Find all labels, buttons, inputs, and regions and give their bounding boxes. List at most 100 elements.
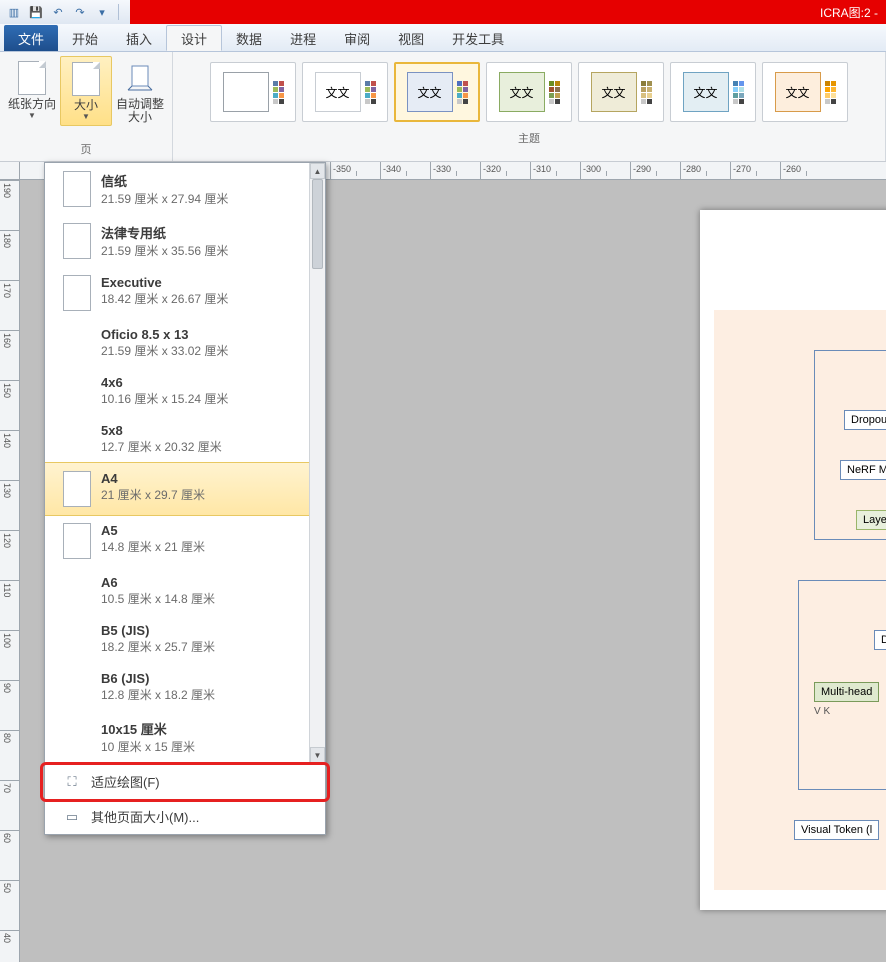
tab-开发工具[interactable]: 开发工具 bbox=[438, 25, 518, 51]
size-dimensions: 12.7 厘米 x 20.32 厘米 bbox=[101, 438, 222, 455]
page-icon bbox=[63, 523, 91, 559]
size-item-A5[interactable]: A514.8 厘米 x 21 厘米 bbox=[45, 515, 309, 567]
tab-设计[interactable]: 设计 bbox=[166, 25, 222, 51]
theme-gallery[interactable]: 文文文文文文文文文文文文 bbox=[204, 56, 854, 128]
autofit-button[interactable]: 自动调整大小 bbox=[114, 56, 166, 128]
tab-进程[interactable]: 进程 bbox=[276, 25, 330, 51]
orientation-button[interactable]: 纸张方向 ▼ bbox=[6, 56, 58, 124]
ribbon-tab-strip: 文件 开始插入设计数据进程审阅视图开发工具 bbox=[0, 24, 886, 52]
size-item-Executive[interactable]: Executive18.42 厘米 x 26.67 厘米 bbox=[45, 267, 309, 319]
size-item-10x15 厘米[interactable]: 10x15 厘米10 厘米 x 15 厘米 bbox=[45, 711, 309, 763]
fit-drawing-command[interactable]: ⛶ 适应绘图(F) bbox=[45, 764, 325, 799]
size-item-Oficio 8.5 x 13[interactable]: Oficio 8.5 x 1321.59 厘米 x 33.02 厘米 bbox=[45, 319, 309, 367]
themes-group-label: 主题 bbox=[179, 128, 879, 150]
size-item-信纸[interactable]: 信纸21.59 厘米 x 27.94 厘米 bbox=[45, 163, 309, 215]
diagram-box-multihead[interactable]: Multi-head bbox=[814, 682, 879, 702]
pagesetup-group-label: 页 bbox=[81, 139, 92, 161]
redo-icon[interactable]: ↷ bbox=[72, 4, 88, 20]
vertical-ruler: 1901801701601501401301201101009080706050… bbox=[0, 180, 20, 962]
size-item-B5 (JIS)[interactable]: B5 (JIS)18.2 厘米 x 25.7 厘米 bbox=[45, 615, 309, 663]
size-dimensions: 21.59 厘米 x 35.56 厘米 bbox=[101, 242, 228, 259]
theme-item-2[interactable]: 文文 bbox=[394, 62, 480, 122]
qat-dropdown-icon[interactable]: ▾ bbox=[94, 4, 110, 20]
diagram-box-layer[interactable]: Layer bbox=[856, 510, 886, 530]
ribbon: 纸张方向 ▼ 大小 ▼ 自动调整大小 页 文文文文文文文文文文文文 主题 bbox=[0, 52, 886, 162]
dropdown-scrollbar[interactable]: ▲ ▼ bbox=[309, 163, 325, 763]
size-item-B6 (JIS)[interactable]: B6 (JIS)12.8 厘米 x 18.2 厘米 bbox=[45, 663, 309, 711]
size-dropdown: 信纸21.59 厘米 x 27.94 厘米法律专用纸21.59 厘米 x 35.… bbox=[44, 162, 326, 835]
page-icon: ▭ bbox=[63, 808, 81, 826]
size-name: A4 bbox=[101, 471, 205, 486]
diagram-box-dro[interactable]: Dro bbox=[874, 630, 886, 650]
diagram-box-dropout[interactable]: Dropout, bbox=[844, 410, 886, 430]
quick-access-toolbar: ▥ 💾 ↶ ↷ ▾ bbox=[0, 4, 127, 20]
size-name: B6 (JIS) bbox=[101, 671, 215, 686]
scroll-down-icon[interactable]: ▼ bbox=[310, 747, 325, 763]
page-icon bbox=[63, 223, 91, 259]
tab-视图[interactable]: 视图 bbox=[384, 25, 438, 51]
title-bar: ▥ 💾 ↶ ↷ ▾ ICRA图:2 - bbox=[0, 0, 886, 24]
ruler-corner bbox=[0, 162, 20, 180]
size-dimensions: 18.42 厘米 x 26.67 厘米 bbox=[101, 290, 228, 307]
size-name: 4x6 bbox=[101, 375, 228, 390]
size-name: 法律专用纸 bbox=[101, 223, 228, 242]
theme-item-6[interactable]: 文文 bbox=[762, 62, 848, 122]
size-dimensions: 21.59 厘米 x 33.02 厘米 bbox=[101, 342, 228, 359]
size-name: Oficio 8.5 x 13 bbox=[101, 327, 228, 342]
tab-审阅[interactable]: 审阅 bbox=[330, 25, 384, 51]
theme-item-1[interactable]: 文文 bbox=[302, 62, 388, 122]
fit-icon: ⛶ bbox=[63, 773, 81, 791]
diagram-box-nerf[interactable]: NeRF M bbox=[840, 460, 886, 480]
themes-group: 文文文文文文文文文文文文 主题 bbox=[173, 52, 886, 161]
page-setup-group: 纸张方向 ▼ 大小 ▼ 自动调整大小 页 bbox=[0, 52, 173, 161]
size-item-5x8[interactable]: 5x812.7 厘米 x 20.32 厘米 bbox=[45, 415, 309, 463]
scroll-up-icon[interactable]: ▲ bbox=[310, 163, 325, 179]
size-name: 信纸 bbox=[101, 171, 228, 190]
size-name: B5 (JIS) bbox=[101, 623, 215, 638]
size-name: 10x15 厘米 bbox=[101, 719, 195, 738]
size-dimensions: 12.8 厘米 x 18.2 厘米 bbox=[101, 686, 215, 703]
theme-item-4[interactable]: 文文 bbox=[578, 62, 664, 122]
size-dimensions: 18.2 厘米 x 25.7 厘米 bbox=[101, 638, 215, 655]
diagram-box-visual-token[interactable]: Visual Token (l bbox=[794, 820, 879, 840]
page-icon bbox=[63, 275, 91, 311]
size-dimensions: 14.8 厘米 x 21 厘米 bbox=[101, 538, 205, 555]
theme-item-3[interactable]: 文文 bbox=[486, 62, 572, 122]
size-item-4x6[interactable]: 4x610.16 厘米 x 15.24 厘米 bbox=[45, 367, 309, 415]
size-item-法律专用纸[interactable]: 法律专用纸21.59 厘米 x 35.56 厘米 bbox=[45, 215, 309, 267]
tab-插入[interactable]: 插入 bbox=[112, 25, 166, 51]
size-name: A5 bbox=[101, 523, 205, 538]
tab-数据[interactable]: 数据 bbox=[222, 25, 276, 51]
undo-icon[interactable]: ↶ bbox=[50, 4, 66, 20]
size-item-A6[interactable]: A610.5 厘米 x 14.8 厘米 bbox=[45, 567, 309, 615]
size-dimensions: 10 厘米 x 15 厘米 bbox=[101, 738, 195, 755]
autofit-icon bbox=[124, 60, 156, 96]
size-dimensions: 21.59 厘米 x 27.94 厘米 bbox=[101, 190, 228, 207]
diagram-vk-label: V K bbox=[814, 706, 830, 717]
more-page-sizes-label: 其他页面大小(M)... bbox=[91, 807, 199, 826]
qat-divider bbox=[118, 4, 119, 20]
scroll-thumb[interactable] bbox=[312, 179, 323, 269]
fit-drawing-label: 适应绘图(F) bbox=[91, 772, 160, 791]
size-name: 5x8 bbox=[101, 423, 222, 438]
size-name: A6 bbox=[101, 575, 215, 590]
size-dimensions: 10.5 厘米 x 14.8 厘米 bbox=[101, 590, 215, 607]
theme-item-0[interactable] bbox=[210, 62, 296, 122]
more-page-sizes-command[interactable]: ▭ 其他页面大小(M)... bbox=[45, 799, 325, 834]
tab-开始[interactable]: 开始 bbox=[58, 25, 112, 51]
file-tab[interactable]: 文件 bbox=[4, 25, 58, 51]
size-button[interactable]: 大小 ▼ bbox=[60, 56, 112, 126]
page-icon bbox=[63, 171, 91, 207]
autofit-label-1: 自动调整 bbox=[116, 97, 164, 111]
size-label: 大小 bbox=[74, 99, 98, 112]
chevron-down-icon: ▼ bbox=[28, 111, 36, 120]
page-icon bbox=[63, 471, 91, 507]
drawing-page[interactable]: Dropout, NeRF M Layer Dro Multi-head V K… bbox=[700, 210, 886, 910]
app-icon: ▥ bbox=[6, 4, 22, 20]
orientation-label: 纸张方向 bbox=[8, 98, 56, 111]
save-icon[interactable]: 💾 bbox=[28, 4, 44, 20]
size-dimensions: 21 厘米 x 29.7 厘米 bbox=[101, 486, 205, 503]
theme-item-5[interactable]: 文文 bbox=[670, 62, 756, 122]
size-item-A4[interactable]: A421 厘米 x 29.7 厘米 bbox=[45, 462, 310, 516]
autofit-label-2: 大小 bbox=[128, 110, 152, 124]
